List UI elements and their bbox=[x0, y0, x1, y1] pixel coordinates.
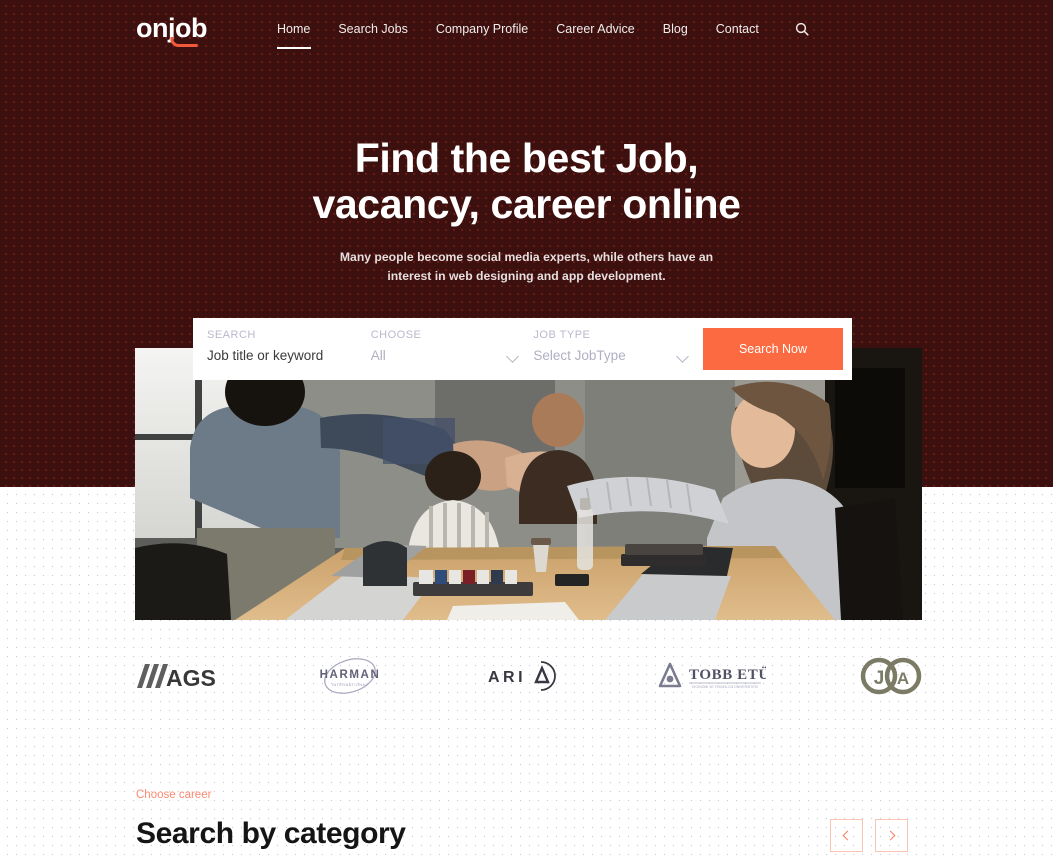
main-navigation: Home Search Jobs Company Profile Career … bbox=[277, 20, 809, 49]
carousel-prev-button[interactable] bbox=[830, 819, 863, 852]
search-now-button[interactable]: Search Now bbox=[702, 328, 843, 370]
site-header: onjob Home Search Jobs Company Profile C… bbox=[0, 0, 1053, 60]
logo-swoosh-icon bbox=[169, 37, 199, 47]
brand-logo-aria: ARI bbox=[484, 659, 562, 693]
nav-label: Search Jobs bbox=[338, 22, 408, 36]
nav-item-contact[interactable]: Contact bbox=[702, 20, 773, 38]
carousel-controls bbox=[830, 819, 908, 852]
section-title: Search by category bbox=[136, 817, 406, 850]
svg-text:HARMAN: HARMAN bbox=[320, 669, 381, 681]
hero-title-line2: vacancy, career online bbox=[312, 181, 741, 227]
svg-text:TOBB ETÜ: TOBB ETÜ bbox=[689, 666, 766, 683]
search-field-jobtype[interactable]: JOB TYPE Select JobType bbox=[533, 318, 703, 380]
search-field-value: Job title or keyword bbox=[207, 348, 324, 363]
brand-logo-ja: J A bbox=[860, 654, 922, 698]
search-icon[interactable] bbox=[795, 22, 809, 36]
search-field-label: CHOOSE bbox=[370, 329, 422, 341]
hero-title: Find the best Job, vacancy, career onlin… bbox=[0, 135, 1053, 227]
nav-label: Career Advice bbox=[556, 22, 635, 36]
nav-item-company-profile[interactable]: Company Profile bbox=[422, 20, 542, 38]
search-field-label: JOB TYPE bbox=[533, 329, 591, 341]
svg-text:A: A bbox=[897, 669, 909, 688]
site-logo[interactable]: onjob bbox=[136, 15, 207, 47]
svg-text:EKONOMİ VE TEKNOLOJİ ÜNİVERSİT: EKONOMİ VE TEKNOLOJİ ÜNİVERSİTESİ bbox=[692, 684, 758, 689]
hero-subtitle: Many people become social media experts,… bbox=[0, 248, 1053, 286]
hero-subtitle-line2: interest in web designing and app develo… bbox=[387, 269, 666, 283]
search-field-label: SEARCH bbox=[207, 329, 256, 341]
job-search-panel: SEARCH Job title or keyword CHOOSE All J… bbox=[193, 318, 852, 380]
search-field-keyword[interactable]: SEARCH Job title or keyword bbox=[193, 318, 371, 380]
brand-logo-ags: AGS bbox=[135, 662, 217, 690]
nav-item-home[interactable]: Home bbox=[277, 20, 324, 49]
chevron-left-icon bbox=[842, 830, 853, 841]
carousel-next-button[interactable] bbox=[875, 819, 908, 852]
partner-logos: AGS HARMAN INTERNATIONAL ARI TOBB ETÜ EK… bbox=[135, 650, 922, 702]
nav-label: Blog bbox=[662, 22, 688, 36]
svg-text:INTERNATIONAL: INTERNATIONAL bbox=[332, 683, 368, 687]
svg-text:ARI: ARI bbox=[488, 669, 526, 686]
section-eyebrow: Choose career bbox=[136, 789, 212, 801]
svg-text:J: J bbox=[874, 668, 885, 689]
chevron-right-icon bbox=[885, 830, 896, 841]
nav-item-search-jobs[interactable]: Search Jobs bbox=[324, 20, 421, 38]
nav-label: Contact bbox=[715, 22, 759, 36]
nav-item-blog[interactable]: Blog bbox=[649, 20, 702, 38]
hero-subtitle-line1: Many people become social media experts,… bbox=[339, 250, 714, 264]
brand-logo-harman: HARMAN INTERNATIONAL bbox=[311, 655, 389, 697]
brand-logo-tobb-etu: TOBB ETÜ EKONOMİ VE TEKNOLOJİ ÜNİVERSİTE… bbox=[656, 659, 766, 693]
svg-text:AGS: AGS bbox=[166, 665, 216, 690]
nav-label: Home bbox=[277, 22, 311, 36]
hero-photo bbox=[135, 348, 922, 620]
nav-label: Company Profile bbox=[435, 22, 529, 36]
nav-item-career-advice[interactable]: Career Advice bbox=[542, 20, 649, 38]
page-root: onjob Home Search Jobs Company Profile C… bbox=[0, 0, 1053, 855]
hero-title-line1: Find the best Job, bbox=[354, 135, 699, 181]
search-field-choose[interactable]: CHOOSE All bbox=[371, 318, 534, 380]
